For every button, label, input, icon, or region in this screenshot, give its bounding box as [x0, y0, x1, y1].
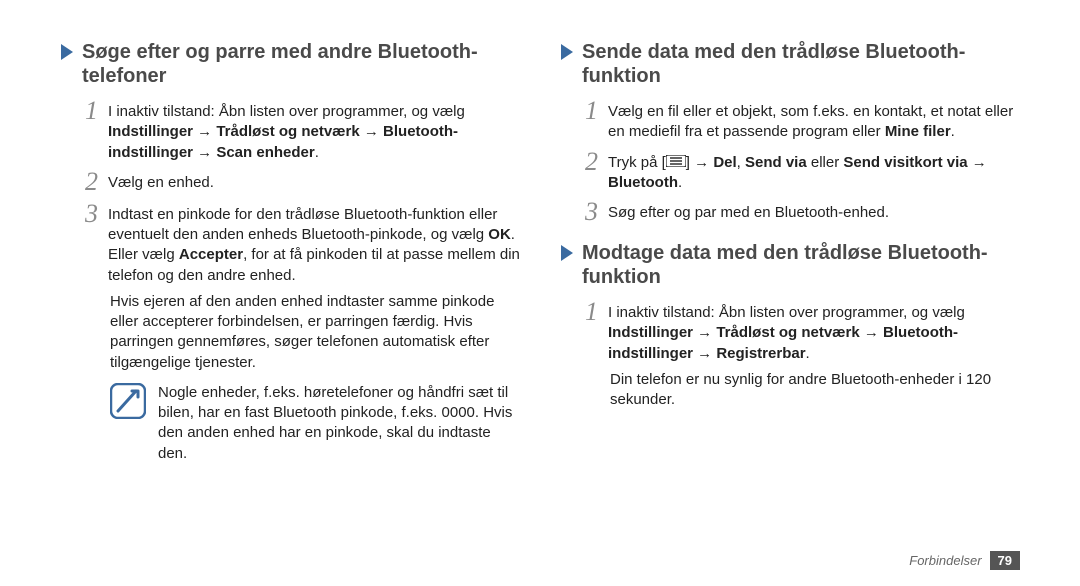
step-body: I inaktiv tilstand: Åbn listen over prog…: [608, 299, 1020, 364]
heading-search-pair: Søge efter og parre med andre Bluetooth-…: [60, 40, 520, 88]
chevron-right-icon: [60, 44, 74, 65]
step-body: Tryk på [] → Del, Send via eller Send vi…: [608, 149, 1020, 194]
note-text: Nogle enheder, f.eks. høretelefoner og h…: [158, 383, 520, 464]
menu-key-icon: [666, 153, 686, 173]
step-2: 2 Vælg en enhed.: [80, 169, 520, 195]
step-1: 1 I inaktiv tilstand: Åbn listen over pr…: [80, 98, 520, 163]
step-3: 3 Indtast en pinkode for den trådløse Bl…: [80, 201, 520, 286]
send-step-1: 1 Vælg en fil eller et objekt, som f.eks…: [580, 98, 1020, 143]
chevron-right-icon: [560, 245, 574, 266]
step-body: Vælg en fil eller et objekt, som f.eks. …: [608, 98, 1020, 143]
note-icon: [110, 383, 146, 424]
footer-page-number: 79: [990, 551, 1020, 570]
pairing-result-text: Hvis ejeren af den anden enhed indtaster…: [110, 292, 520, 373]
step-body: I inaktiv tilstand: Åbn listen over prog…: [108, 98, 520, 163]
step-number: 1: [580, 98, 598, 124]
heading-send-data: Sende data med den trådløse Bluetooth-fu…: [560, 40, 1020, 88]
step-number: 2: [580, 149, 598, 175]
step-body: Søg efter og par med en Bluetooth-enhed.: [608, 199, 889, 223]
heading-text: Sende data med den trådløse Bluetooth-fu…: [582, 40, 1020, 88]
send-step-2: 2 Tryk på [] → Del, Send via eller Send …: [580, 149, 1020, 194]
step-number: 2: [80, 169, 98, 195]
chevron-right-icon: [560, 44, 574, 65]
heading-text: Modtage data med den trådløse Bluetooth-…: [582, 241, 1020, 289]
right-column: Sende data med den trådløse Bluetooth-fu…: [560, 40, 1020, 464]
step-body: Indtast en pinkode for den trådløse Blue…: [108, 201, 520, 286]
page-footer: Forbindelser 79: [909, 551, 1020, 570]
step-number: 1: [80, 98, 98, 124]
receive-step-1: 1 I inaktiv tilstand: Åbn listen over pr…: [580, 299, 1020, 364]
heading-receive-data: Modtage data med den trådløse Bluetooth-…: [560, 241, 1020, 289]
footer-section-label: Forbindelser: [909, 553, 981, 568]
send-step-3: 3 Søg efter og par med en Bluetooth-enhe…: [580, 199, 1020, 225]
heading-text: Søge efter og parre med andre Bluetooth-…: [82, 40, 520, 88]
step-number: 3: [580, 199, 598, 225]
visibility-text: Din telefon er nu synlig for andre Bluet…: [610, 370, 1020, 411]
step-body: Vælg en enhed.: [108, 169, 214, 193]
step-number: 1: [580, 299, 598, 325]
step-number: 3: [80, 201, 98, 227]
left-column: Søge efter og parre med andre Bluetooth-…: [60, 40, 520, 464]
note-block: Nogle enheder, f.eks. høretelefoner og h…: [110, 383, 520, 464]
